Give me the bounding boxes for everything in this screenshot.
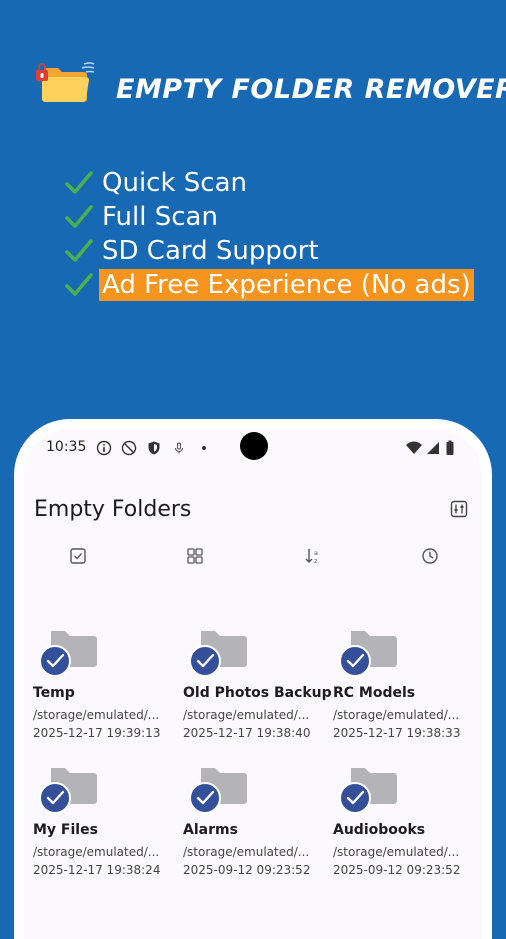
svg-text:a: a [314,549,318,557]
history-icon[interactable] [421,547,439,565]
folder-date: 2025-12-17 19:39:13 [33,726,161,740]
folder-item-temp[interactable]: Temp /storage/emulated/... 2025-12-17 19… [33,629,183,759]
folder-name: Old Photos Backup [183,685,332,701]
folder-name: Temp [33,685,75,701]
info-icon [96,440,112,456]
folder-path: /storage/emulated/... [333,708,460,722]
hero-title: EMPTY FOLDER REMOVER [116,74,506,105]
phone-screen: 10:35 Empty Folders az Temp /storage/emu… [24,429,482,939]
folder-name: My Files [33,822,98,838]
camera-cutout [240,432,268,460]
feature-label: Quick Scan [102,168,247,198]
select-all-icon[interactable] [69,547,87,565]
feature-list: Quick Scan Full Scan SD Card Support Ad … [64,166,474,302]
dot-icon [202,446,206,450]
feature-item: SD Card Support [64,234,474,268]
folder-path: /storage/emulated/... [333,845,460,859]
folder-date: 2025-12-17 19:38:33 [333,726,461,740]
folder-name: RC Models [333,685,416,701]
folder-icon [189,768,247,814]
folder-path: /storage/emulated/... [183,845,310,859]
folder-item-old-photos-backup[interactable]: Old Photos Backup /storage/emulated/... … [183,629,333,759]
signal-icon [427,442,439,454]
phone-frame: 10:35 Empty Folders az Temp /storage/emu… [14,419,492,939]
folder-item-audiobooks[interactable]: Audiobooks /storage/emulated/... 2025-09… [333,766,482,896]
accessibility-icon [174,442,184,454]
wifi-icon [406,441,422,454]
sort-icon[interactable]: az [304,547,322,565]
folder-path: /storage/emulated/... [33,708,160,722]
folder-item-rc-models[interactable]: RC Models /storage/emulated/... 2025-12-… [333,629,482,759]
checkmark-icon [65,239,93,262]
feature-label: Full Scan [102,202,218,232]
folder-date: 2025-12-17 19:38:40 [183,726,311,740]
folder-date: 2025-09-12 09:23:52 [333,863,461,877]
folder-name: Alarms [183,822,238,838]
folder-icon [39,768,97,814]
checkmark-icon [65,171,93,194]
folder-item-alarms[interactable]: Alarms /storage/emulated/... 2025-09-12 … [183,766,333,896]
page-title: Empty Folders [34,497,192,522]
status-time: 10:35 [46,439,87,455]
folder-icon [39,631,97,677]
folder-date: 2025-09-12 09:23:52 [183,863,311,877]
folder-path: /storage/emulated/... [183,708,310,722]
filter-settings-icon[interactable] [450,500,468,518]
checkmark-icon [65,273,93,296]
folder-with-lock-icon [36,62,95,102]
do-not-disturb-icon [121,440,137,456]
folder-date: 2025-12-17 19:38:24 [33,863,161,877]
feature-label-highlighted: Ad Free Experience (No ads) [99,269,474,301]
folder-name: Audiobooks [333,822,426,838]
folder-icon [189,631,247,677]
feature-label: SD Card Support [102,236,319,266]
folder-icon [339,631,397,677]
feature-item: Full Scan [64,200,474,234]
feature-item: Ad Free Experience (No ads) [64,268,474,302]
shield-icon [148,441,160,455]
status-bar: 10:35 [24,429,482,465]
folder-path: /storage/emulated/... [33,845,160,859]
feature-item: Quick Scan [64,166,474,200]
folder-icon [339,768,397,814]
folder-item-my-files[interactable]: My Files /storage/emulated/... 2025-12-1… [33,766,183,896]
grid-view-icon[interactable] [186,547,204,565]
battery-icon [446,440,454,455]
svg-text:z: z [314,557,318,565]
checkmark-icon [65,205,93,228]
